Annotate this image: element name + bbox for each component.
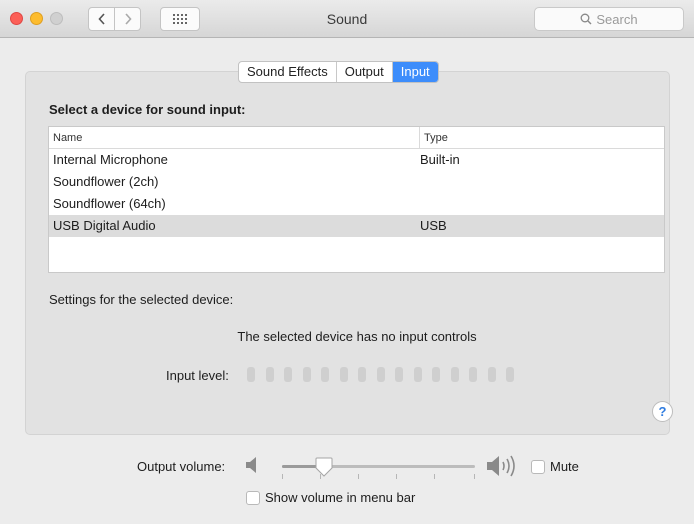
output-volume-label: Output volume: [137,459,226,474]
device-type: USB [420,218,447,233]
search-icon [580,13,592,25]
input-level-segment [358,367,366,382]
tab-input[interactable]: Input [392,62,438,82]
slider-thumb[interactable] [315,457,333,477]
mute-checkbox[interactable] [531,460,545,474]
input-level-segment [284,367,292,382]
input-level-segment [339,367,348,382]
input-level-segment [321,367,329,382]
tab-bar: Sound Effects Output Input [238,61,439,83]
slider-tick [358,474,359,479]
device-name: Soundflower (2ch) [53,174,159,189]
help-button[interactable]: ? [652,401,673,422]
speaker-high-icon [487,455,515,477]
slider-tick [320,474,321,479]
input-level-segment [506,367,514,382]
tab-sound-effects[interactable]: Sound Effects [239,62,337,82]
tab-output[interactable]: Output [337,62,393,82]
input-device-table: Name Type Internal Microphone Built-in S… [48,126,665,273]
column-header-type[interactable]: Type [419,127,448,149]
device-name: Soundflower (64ch) [53,196,166,211]
input-level-segment [376,367,385,382]
search-field[interactable]: Search [534,7,684,31]
output-volume-slider[interactable] [282,465,475,468]
table-row-selected[interactable]: USB Digital Audio USB [49,215,664,237]
input-level-segment [302,367,311,382]
input-level-label: Input level: [166,368,229,383]
table-row[interactable]: Soundflower (2ch) [49,171,664,193]
table-header: Name Type [49,127,664,149]
input-level-segment [247,367,255,382]
device-name: USB Digital Audio [53,218,156,233]
input-level-segment [413,367,422,382]
column-header-name[interactable]: Name [53,132,82,144]
input-level-segment [487,367,496,382]
section-title: Select a device for sound input: [49,102,246,117]
show-volume-menubar-label[interactable]: Show volume in menu bar [265,490,415,505]
input-level-segment [395,367,403,382]
search-placeholder: Search [596,11,638,27]
input-level-segment [265,367,274,382]
title-bar: Sound Search [0,0,694,38]
slider-tick [396,474,397,479]
no-controls-message: The selected device has no input control… [237,329,477,344]
table-row[interactable]: Internal Microphone Built-in [49,149,664,171]
table-row[interactable]: Soundflower (64ch) [49,193,664,215]
input-level-segment [469,367,477,382]
input-level-segment [450,367,459,382]
input-level-meter [247,367,525,382]
slider-tick [282,474,283,479]
device-name: Internal Microphone [53,152,168,167]
slider-tick [434,474,435,479]
show-volume-menubar-checkbox[interactable] [246,491,260,505]
input-level-segment [432,367,440,382]
speaker-low-icon [246,457,256,473]
slider-tick [474,474,475,479]
device-type: Built-in [420,152,460,167]
settings-label: Settings for the selected device: [49,292,234,307]
mute-label[interactable]: Mute [550,459,579,474]
